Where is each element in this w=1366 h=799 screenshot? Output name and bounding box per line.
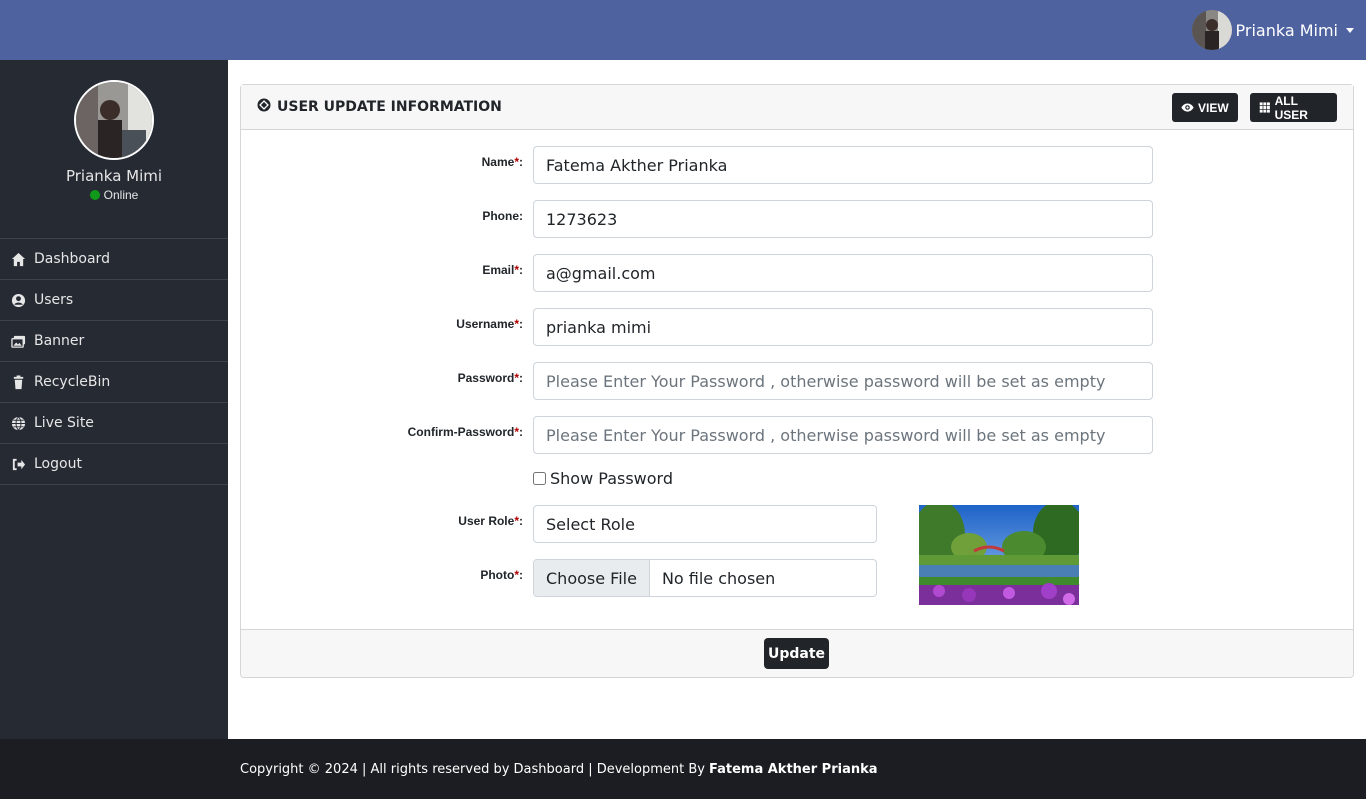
status-text: Online: [103, 188, 139, 202]
photo-row: Photo*: Choose File No file chosen: [241, 559, 1355, 597]
password-input[interactable]: [533, 362, 1153, 400]
file-status: No file chosen: [661, 568, 776, 588]
avatar: [1191, 10, 1232, 50]
images-icon: [10, 333, 26, 349]
all-user-button-label: ALL USER: [1274, 93, 1308, 122]
all-user-button[interactable]: ALL USER: [1250, 93, 1337, 122]
user-menu-dropdown[interactable]: Prianka Mimi: [1191, 10, 1354, 50]
sidebar: Prianka Mimi Online Dashboard Users Bann…: [0, 60, 228, 739]
sidebar-item-users[interactable]: Users: [0, 280, 228, 321]
photo-preview: [919, 505, 1079, 605]
phone-row: Phone:: [241, 200, 1355, 238]
card-footer: Update: [241, 629, 1353, 677]
status-indicator: Online: [0, 188, 228, 202]
page-footer: Copyright © 2024 | All rights reserved b…: [0, 739, 1366, 799]
user-role-row: User Role*: Select Role: [241, 505, 1355, 543]
sidebar-item-label: Dashboard: [34, 251, 110, 267]
page-title: USER UPDATE INFORMATION: [257, 98, 502, 116]
profile-avatar: [74, 80, 154, 160]
show-password-checkbox[interactable]: [533, 472, 546, 485]
confirm-password-input[interactable]: [533, 416, 1153, 454]
name-row: Name*:: [241, 146, 1355, 184]
top-navbar: Prianka Mimi: [0, 0, 1366, 60]
profile-name: Prianka Mimi: [65, 167, 163, 185]
table-icon: [1259, 102, 1270, 113]
photo-label: Photo*:: [480, 568, 523, 582]
username-input[interactable]: [533, 308, 1153, 346]
name-label: Name*:: [481, 155, 523, 169]
copyright-text: Copyright © 2024 | All rights reserved b…: [240, 761, 705, 777]
password-label: Password*:: [457, 371, 523, 385]
password-row: Password*:: [241, 362, 1355, 400]
card-header: USER UPDATE INFORMATION VIEW ALL USER: [241, 85, 1353, 130]
sidebar-item-dashboard[interactable]: Dashboard: [0, 239, 228, 280]
sidebar-item-label: RecycleBin: [34, 374, 111, 390]
sign-out-icon: [10, 456, 26, 472]
update-button[interactable]: Update: [764, 638, 829, 669]
caret-down-icon: [1346, 27, 1354, 33]
view-button-label: VIEW: [1198, 100, 1229, 115]
choose-file-button[interactable]: Choose File: [534, 560, 650, 596]
diamond-icon: [257, 98, 271, 116]
user-role-select[interactable]: Select Role: [533, 505, 877, 543]
home-icon: [10, 251, 26, 267]
sidebar-item-recyclebin[interactable]: RecycleBin: [0, 362, 228, 403]
eye-icon: [1181, 103, 1194, 112]
globe-icon: [10, 415, 26, 431]
sidebar-item-label: Banner: [34, 333, 85, 349]
confirm-password-label: Confirm-Password*:: [407, 425, 523, 439]
footer-author: Fatema Akther Prianka: [708, 761, 878, 777]
name-input[interactable]: [533, 146, 1153, 184]
show-password-label: Show Password: [550, 469, 673, 488]
user-role-label: User Role*:: [458, 514, 523, 528]
show-password-toggle[interactable]: Show Password: [533, 469, 673, 488]
email-input[interactable]: [533, 254, 1153, 292]
user-circle-icon: [10, 292, 26, 308]
user-name: Prianka Mimi: [1235, 20, 1339, 40]
sidebar-item-label: Logout: [34, 456, 82, 472]
phone-label: Phone:: [482, 209, 523, 223]
confirm-password-row: Confirm-Password*:: [241, 416, 1355, 454]
page-title-text: USER UPDATE INFORMATION: [277, 99, 502, 115]
email-label: Email*:: [482, 263, 523, 277]
user-update-card: USER UPDATE INFORMATION VIEW ALL USER Na…: [240, 84, 1354, 678]
online-dot-icon: [89, 190, 100, 200]
sidebar-item-live-site[interactable]: Live Site: [0, 403, 228, 444]
sidebar-item-banner[interactable]: Banner: [0, 321, 228, 362]
sidebar-item-logout[interactable]: Logout: [0, 444, 228, 485]
photo-file-input[interactable]: Choose File No file chosen: [533, 559, 877, 597]
trash-icon: [10, 374, 26, 390]
sidebar-item-label: Live Site: [34, 415, 94, 431]
sidebar-item-label: Users: [34, 292, 74, 308]
username-row: Username*:: [241, 308, 1355, 346]
username-label: Username*:: [456, 317, 523, 331]
sidebar-profile: Prianka Mimi Online: [0, 80, 228, 239]
email-row: Email*:: [241, 254, 1355, 292]
phone-input[interactable]: [533, 200, 1153, 238]
view-button[interactable]: VIEW: [1172, 93, 1238, 122]
